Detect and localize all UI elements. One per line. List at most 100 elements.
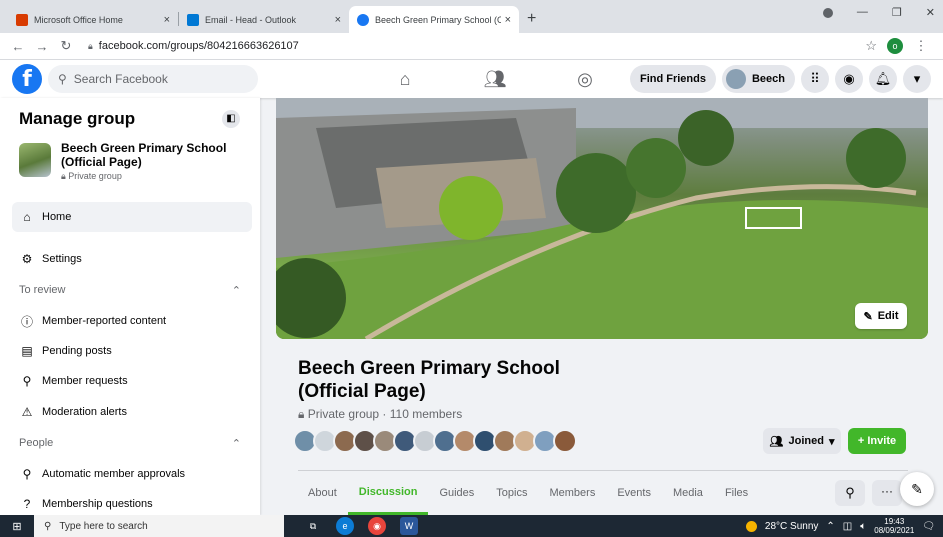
more-options-button[interactable]: ··· xyxy=(872,480,902,506)
sidebar-item-automatic-member-approvals[interactable]: ⚲ Automatic member approvals xyxy=(12,459,252,489)
person-check-icon: ⚲ xyxy=(22,467,32,481)
joined-label: Joined xyxy=(788,435,824,447)
browser-tab-office[interactable]: Microsoft Office Home × xyxy=(8,6,178,33)
browser-tab-strip: Microsoft Office Home × Email - Head - O… xyxy=(0,0,943,33)
sidebar-item-pending-posts[interactable]: ▤ Pending posts xyxy=(12,336,252,366)
browser-tab-facebook[interactable]: Beech Green Primary School (Offi × xyxy=(349,6,519,33)
volume-icon[interactable]: 🔈︎ xyxy=(860,521,866,532)
profile-button[interactable]: Beech xyxy=(721,65,795,93)
sidebar-item-home[interactable]: ⌂ Home xyxy=(12,202,252,232)
group-meta-text: Private group · 110 members xyxy=(307,407,463,421)
system-tray: 28°C Sunny ⌃ ◫ 🔈︎ 19:43 08/09/2021 🗨︎ xyxy=(745,515,935,537)
bookmark-star-icon[interactable]: ☆ xyxy=(865,38,877,54)
invite-button[interactable]: + Invite xyxy=(848,428,906,454)
home-icon: ⌂ xyxy=(23,210,31,224)
reload-icon[interactable]: ↻ xyxy=(56,38,76,54)
address-bar[interactable]: 🔒︎ facebook.com/groups/804216663626107 xyxy=(80,35,865,57)
tab-label: Microsoft Office Home xyxy=(34,14,123,25)
profile-menu-icon[interactable] xyxy=(822,8,833,18)
facebook-logo-icon[interactable]: f xyxy=(12,64,42,94)
sidebar-item-member-requests[interactable]: ⚲ Member requests xyxy=(12,366,252,396)
cover-photo-image xyxy=(276,98,928,339)
sidebar-item-member-reported-content[interactable]: ⓘ Member-reported content xyxy=(12,306,252,336)
sidebar-item-label: Member-reported content xyxy=(42,315,167,327)
new-message-icon[interactable]: ✎ xyxy=(900,472,934,506)
windows-start-icon[interactable]: ⊞ xyxy=(0,520,34,533)
sidebar-item-settings[interactable]: ⚙ Settings xyxy=(12,244,252,274)
facebook-header: f ⚲ Search Facebook ⌂ 👥︎ ◎ Find Friends … xyxy=(0,60,943,98)
menu-grid-icon[interactable]: ⠿ xyxy=(801,65,829,93)
minimize-button[interactable]: — xyxy=(857,6,868,19)
sidebar-item-label: Home xyxy=(42,211,72,223)
taskbar-search-input[interactable]: ⚲ Type here to search xyxy=(34,515,284,537)
groups-icon[interactable]: ◎ xyxy=(540,60,630,98)
edge-icon[interactable]: e xyxy=(336,517,354,535)
profile-avatar[interactable]: o xyxy=(887,38,903,54)
close-icon[interactable]: × xyxy=(505,14,511,26)
find-friends-button[interactable]: Find Friends xyxy=(629,65,716,93)
member-avatars[interactable] xyxy=(293,429,577,453)
sidebar-item-moderation-alerts[interactable]: ⚠ Moderation alerts xyxy=(12,397,252,427)
account-dropdown-icon[interactable]: ▾ xyxy=(903,65,931,93)
members-icon: 👥︎ xyxy=(769,435,784,448)
browser-toolbar: ← → ↻ 🔒︎ facebook.com/groups/80421666362… xyxy=(0,33,943,60)
tab-label: Email - Head - Outlook xyxy=(205,14,297,25)
sidebar-item-label: Settings xyxy=(42,253,82,265)
pencil-icon: ✎ xyxy=(863,310,873,323)
tab-topics[interactable]: Topics xyxy=(485,471,538,515)
sidebar-item-membership-questions[interactable]: ? Membership questions xyxy=(12,489,252,515)
maximize-button[interactable]: ❐ xyxy=(892,6,902,19)
sidebar-group-summary[interactable]: Beech Green Primary School (Official Pag… xyxy=(19,141,231,182)
chevron-up-icon[interactable]: ⌃ xyxy=(826,521,834,532)
notifications-bell-icon[interactable]: 🔔︎ xyxy=(869,65,897,93)
taskbar-search-placeholder: Type here to search xyxy=(59,520,148,532)
close-window-button[interactable]: ✕ xyxy=(926,6,935,19)
tab-media[interactable]: Media xyxy=(662,471,714,515)
tab-members[interactable]: Members xyxy=(538,471,606,515)
back-icon[interactable]: ← xyxy=(8,39,28,54)
forward-icon[interactable]: → xyxy=(32,39,52,54)
sidebar-item-label: Automatic member approvals xyxy=(42,468,186,480)
browser-menu-icon[interactable]: ⋮ xyxy=(911,38,931,54)
facebook-icon xyxy=(357,13,369,26)
friends-icon[interactable]: 👥︎ xyxy=(450,60,540,98)
tab-events[interactable]: Events xyxy=(606,471,662,515)
tab-guides[interactable]: Guides xyxy=(428,471,485,515)
tab-files[interactable]: Files xyxy=(714,471,759,515)
window-controls: — ❐ ✕ xyxy=(822,6,943,19)
gear-icon: ⚙ xyxy=(21,252,33,266)
edit-cover-button[interactable]: ✎ Edit xyxy=(855,303,907,329)
notifications-icon[interactable]: 🗨︎ xyxy=(922,521,935,532)
weather-text[interactable]: 28°C Sunny xyxy=(765,521,818,532)
home-icon[interactable]: ⌂ xyxy=(360,60,450,98)
close-icon[interactable]: × xyxy=(164,14,170,26)
report-icon: ⓘ xyxy=(20,314,33,329)
new-tab-button[interactable]: + xyxy=(527,10,536,28)
search-icon: ⚲ xyxy=(58,72,67,86)
group-cover-photo xyxy=(276,98,928,339)
close-icon[interactable]: × xyxy=(335,14,341,26)
avatar xyxy=(725,69,746,89)
collapse-sidebar-icon[interactable]: ◧ xyxy=(222,110,240,128)
taskbar-clock[interactable]: 19:43 08/09/2021 xyxy=(874,517,914,535)
questions-icon: ? xyxy=(23,497,31,511)
tab-about[interactable]: About xyxy=(298,471,348,515)
tab-discussion[interactable]: Discussion xyxy=(347,471,429,515)
network-icon[interactable]: ◫ xyxy=(843,521,852,532)
manage-group-sidebar: Manage group ◧ Beech Green Primary Schoo… xyxy=(0,98,260,515)
add-person-icon: ⚲ xyxy=(22,374,32,388)
word-icon[interactable]: W xyxy=(400,517,418,535)
browser-tab-outlook[interactable]: Email - Head - Outlook × xyxy=(179,6,349,33)
section-to-review[interactable]: To review ⌃ xyxy=(19,284,241,297)
joined-button[interactable]: 👥︎ Joined ▾ xyxy=(763,428,841,454)
facebook-search-input[interactable]: ⚲ Search Facebook xyxy=(48,65,258,93)
section-label: To review xyxy=(19,284,66,296)
group-search-icon[interactable]: ⚲ xyxy=(835,480,865,506)
chevron-up-icon: ⌃ xyxy=(231,438,241,450)
avatar[interactable] xyxy=(553,429,577,453)
messenger-icon[interactable]: ◉ xyxy=(835,65,863,93)
section-people[interactable]: People ⌃ xyxy=(19,437,241,450)
task-view-icon[interactable]: ⧉ xyxy=(304,517,322,535)
clock-date: 08/09/2021 xyxy=(874,526,915,535)
chrome-icon[interactable]: ◉ xyxy=(368,517,386,535)
